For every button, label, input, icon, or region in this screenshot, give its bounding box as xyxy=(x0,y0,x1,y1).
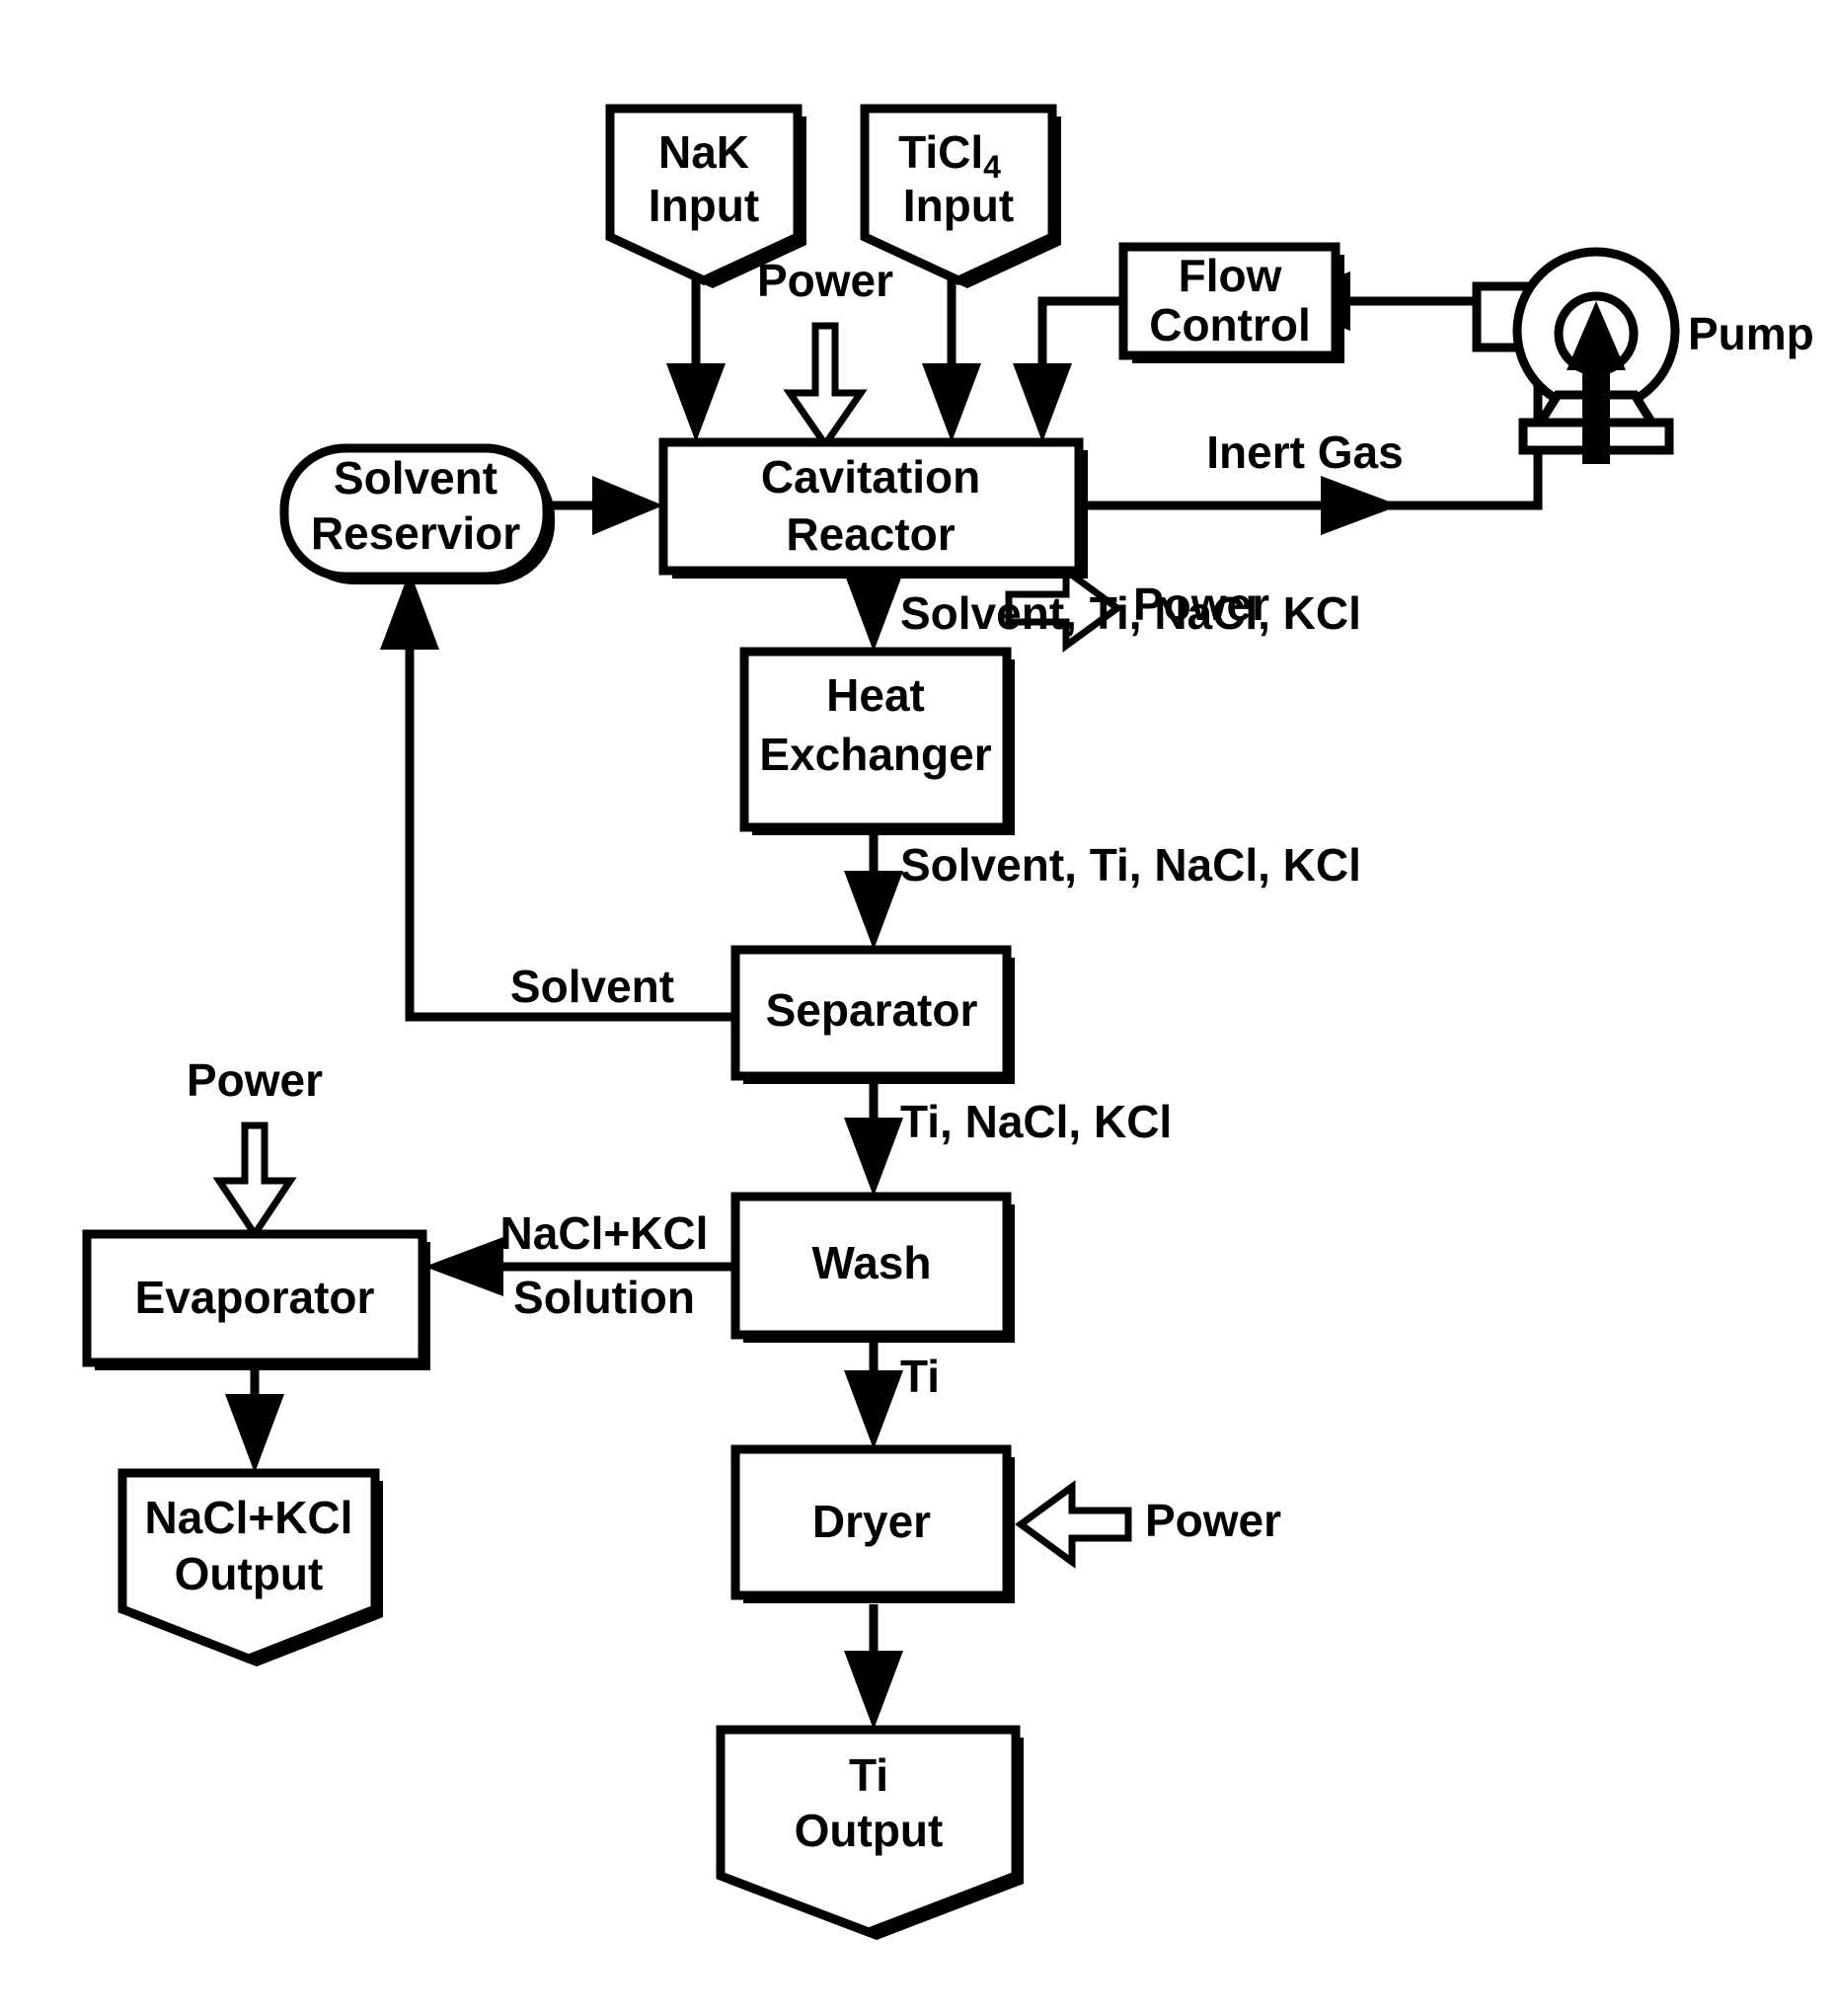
node-separator[interactable]: Separator xyxy=(730,945,1015,1084)
flow-diagram-canvas: NaK Input TiCl4 Input Flow Control Pump xyxy=(82,104,1814,1940)
node-ticl4-input[interactable]: TiCl4 Input xyxy=(860,104,1061,288)
node-dryer[interactable]: Dryer xyxy=(730,1444,1015,1603)
node-naclkcl-output[interactable]: NaCl+KCl Output xyxy=(117,1468,383,1667)
power-arrow-reactor xyxy=(783,322,868,451)
label-reactor-to-hx: Solvent, Ti, NaCl, KCl xyxy=(900,587,1361,639)
label-wash-to-dryer: Ti xyxy=(900,1351,940,1402)
edge-flowcontrol-to-reactor xyxy=(1013,296,1123,442)
ticl4-input-label-line2: Input xyxy=(903,180,1014,231)
naclkcl-output-label-line2: Output xyxy=(175,1548,324,1599)
heat-exchanger-label-line2: Exchanger xyxy=(759,729,991,780)
label-hx-to-separator: Solvent, Ti, NaCl, KCl xyxy=(900,839,1361,891)
naclkcl-output-label-line1: NaCl+KCl xyxy=(145,1492,353,1543)
edge-separator-to-wash xyxy=(844,1076,903,1197)
node-heat-exchanger[interactable]: Heat Exchanger xyxy=(739,647,1015,835)
power-arrow-dryer xyxy=(1015,1480,1132,1569)
process-flow-diagram: NaK Input TiCl4 Input Flow Control Pump xyxy=(0,0,1837,2016)
pump-label: Pump xyxy=(1688,308,1814,359)
node-cavitation-reactor[interactable]: Cavitation Reactor xyxy=(658,437,1088,579)
label-inert-gas: Inert Gas xyxy=(1206,426,1403,478)
cavitation-reactor-label-line1: Cavitation xyxy=(761,451,980,503)
solvent-reservoir-label-line1: Solvent xyxy=(334,452,498,504)
edge-heatexchanger-to-separator xyxy=(844,829,903,950)
node-solvent-reservoir[interactable]: Solvent Reservior xyxy=(279,443,555,584)
power-arrow-evaporator xyxy=(212,1122,297,1241)
edge-dryer-to-ti-output xyxy=(844,1604,903,1730)
nak-input-label-line2: Input xyxy=(649,180,759,231)
ti-output-label-line2: Output xyxy=(795,1805,944,1856)
edge-reactor-to-heatexchanger xyxy=(844,573,903,652)
label-power-evaporator: Power xyxy=(187,1054,323,1106)
label-separator-to-reservoir: Solvent xyxy=(510,961,674,1012)
node-flow-control[interactable]: Flow Control xyxy=(1118,242,1344,363)
label-wash-to-evaporator-line1: NaCl+KCl xyxy=(500,1207,709,1259)
label-separator-to-wash: Ti, NaCl, KCl xyxy=(900,1096,1172,1147)
flow-control-label-line1: Flow xyxy=(1179,250,1282,301)
edge-wash-to-dryer xyxy=(844,1338,903,1449)
solvent-reservoir-label-line2: Reservior xyxy=(311,507,520,559)
node-ti-output[interactable]: Ti Output xyxy=(716,1725,1024,1940)
nak-input-label-line1: NaK xyxy=(658,126,749,178)
node-pump[interactable]: Pump xyxy=(1472,247,1814,464)
separator-label: Separator xyxy=(766,984,978,1036)
heat-exchanger-label-line1: Heat xyxy=(826,669,925,721)
edge-reservoir-to-reactor xyxy=(545,476,663,535)
dryer-label: Dryer xyxy=(812,1496,931,1547)
edge-evaporator-to-naclkcl-output xyxy=(225,1370,284,1473)
evaporator-label: Evaporator xyxy=(135,1272,375,1323)
flow-control-label-line2: Control xyxy=(1149,299,1311,350)
label-power-dryer: Power xyxy=(1145,1495,1281,1546)
node-evaporator[interactable]: Evaporator xyxy=(82,1229,430,1370)
ti-output-label-line1: Ti xyxy=(849,1749,888,1801)
node-wash[interactable]: Wash xyxy=(730,1192,1015,1343)
label-wash-to-evaporator-line2: Solution xyxy=(513,1272,695,1323)
label-power-reactor: Power xyxy=(757,255,893,306)
cavitation-reactor-label-line2: Reactor xyxy=(786,508,955,560)
wash-label: Wash xyxy=(812,1237,932,1288)
edge-separator-to-reservoir xyxy=(380,571,735,1022)
